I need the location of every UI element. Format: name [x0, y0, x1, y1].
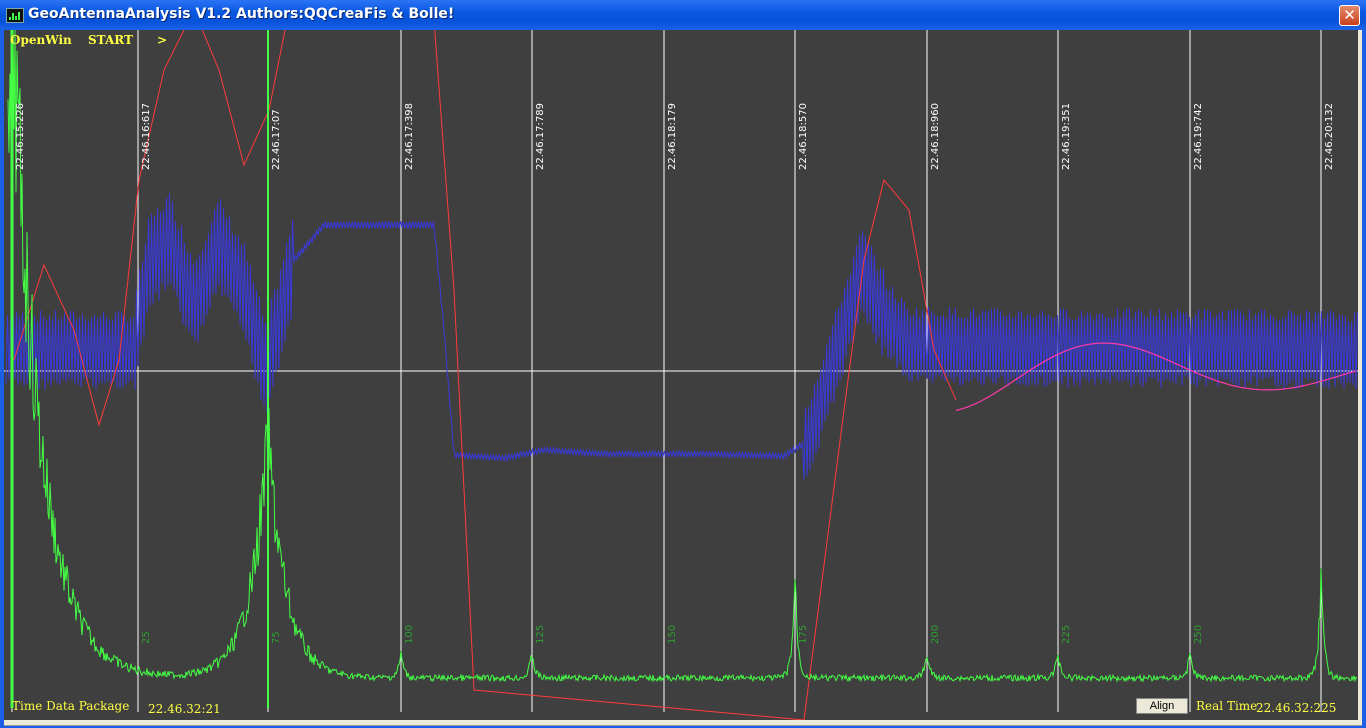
time-marker-label: 22.46.18:179 — [667, 103, 678, 170]
window-title: GeoAntennaAnalysis V1.2 Authors:QQCreaFi… — [28, 6, 455, 22]
time-marker-label: 22.46.17:398 — [404, 103, 415, 170]
next-button[interactable]: > — [157, 33, 167, 47]
open-win-button[interactable]: OpenWin — [10, 33, 72, 47]
sample-marker-label: 25 — [141, 631, 152, 644]
window-frame-right — [1362, 30, 1366, 728]
waveform-plot — [4, 30, 1362, 720]
time-marker-label: 22.46.19:351 — [1061, 103, 1072, 170]
sample-marker-label: 225 — [1061, 624, 1072, 644]
time-marker-label: 22.46.20:132 — [1324, 103, 1335, 170]
time-data-package-value: 22.46.32:21 — [148, 702, 221, 716]
time-marker-label: 22.46.18:570 — [798, 103, 809, 170]
align-button[interactable]: Align — [1136, 698, 1188, 714]
sample-marker-label: 200 — [930, 624, 941, 644]
sample-marker-label: 250 — [1193, 624, 1204, 644]
start-button[interactable]: START — [88, 33, 133, 47]
sample-marker-label: 100 — [404, 624, 415, 644]
sample-marker-label: 175 — [798, 624, 809, 644]
time-marker-label: 22.46.17:789 — [535, 103, 546, 170]
time-marker-label: 22.46.17:07 — [271, 109, 282, 170]
time-marker-label: 22.46.15:226 — [15, 103, 26, 170]
time-marker-label: 22.46.19:742 — [1193, 103, 1204, 170]
close-button[interactable]: ✕ — [1339, 5, 1360, 26]
blue-signal-trace — [5, 193, 1358, 480]
time-data-package-label: Time Data Package — [12, 699, 130, 713]
title-bar[interactable]: GeoAntennaAnalysis V1.2 Authors:QQCreaFi… — [0, 0, 1366, 30]
sample-marker-label: 75 — [271, 631, 282, 644]
signal-plot-area[interactable]: OpenWin START > 22.46.15:226 22.46.16:617… — [4, 30, 1362, 720]
waveform-app-icon — [6, 8, 24, 23]
right-edge-strip — [1358, 30, 1362, 720]
app-window: GeoAntennaAnalysis V1.2 Authors:QQCreaFi… — [0, 0, 1366, 728]
time-marker-label: 22.46.16:617 — [141, 103, 152, 170]
sample-marker-label: 125 — [535, 624, 546, 644]
time-marker-label: 22.46.18:960 — [930, 103, 941, 170]
real-time-label: Real Time — [1196, 699, 1258, 713]
sample-marker-label: 150 — [667, 624, 678, 644]
real-time-value: 22.46.32:225 — [1256, 701, 1337, 715]
red-fit-curve — [13, 30, 957, 720]
horizontal-scrollbar[interactable] — [4, 720, 1362, 726]
